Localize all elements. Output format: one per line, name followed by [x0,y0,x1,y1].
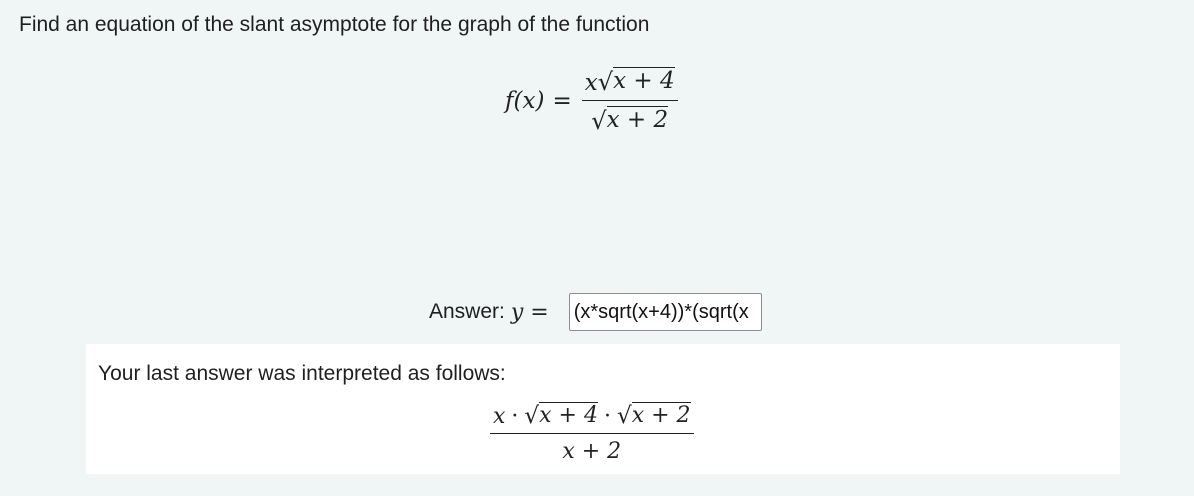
sqrt-icon: √ [616,403,632,430]
interpreted-radicand-2: x + 2 [631,402,691,428]
function-denominator: √ x + 2 [588,106,671,135]
fraction-bar [581,100,678,101]
sqrt-denominator: √ x + 2 [591,106,669,136]
numerator-x: x [584,70,598,96]
denominator-radicand: x + 2 [606,106,669,133]
numerator-radicand: x + 4 [613,66,675,94]
sqrt-numerator: √ x + 4 [597,66,675,96]
sqrt-icon: √ [597,68,614,96]
equals-sign: = [552,88,572,114]
question-text: Find an equation of the slant asymptote … [19,13,650,36]
answer-input[interactable]: (x*sqrt(x+4))*(sqrt(x [568,293,762,331]
function-lhs: f(x) [505,88,545,114]
interpreted-numerator: x · √ x + 4 · √ x + 2 [490,402,694,429]
sqrt-icon: √ [524,403,540,430]
multiply-dot: · [603,404,611,430]
multiply-dot: · [511,404,519,430]
interpreted-x: x [493,404,506,430]
answer-row: Answer: y = (x*sqrt(x+4))*(sqrt(x [429,292,762,332]
function-fraction: x √ x + 4 √ x + 2 [581,66,678,135]
sqrt-icon: √ [591,107,607,136]
interpreted-denominator: x + 2 [562,439,622,465]
answer-label: Answer: [429,300,505,323]
answer-variable: y = [510,299,549,325]
feedback-text: Your last answer was interpreted as foll… [98,362,506,385]
sqrt-term-2: √ x + 2 [617,402,691,428]
feedback-panel: Your last answer was interpreted as foll… [86,344,1120,474]
function-numerator: x √ x + 4 [582,66,678,96]
interpreted-formula: x · √ x + 4 · √ x + 2 x + 2 [490,402,694,464]
fraction-bar [490,433,694,435]
function-formula: f(x) = x √ x + 4 √ x + 2 [505,66,678,136]
sqrt-term-1: √ x + 4 [524,402,598,428]
interpreted-radicand-1: x + 4 [539,402,598,428]
interpreted-fraction: x · √ x + 4 · √ x + 2 x + 2 [490,402,694,464]
